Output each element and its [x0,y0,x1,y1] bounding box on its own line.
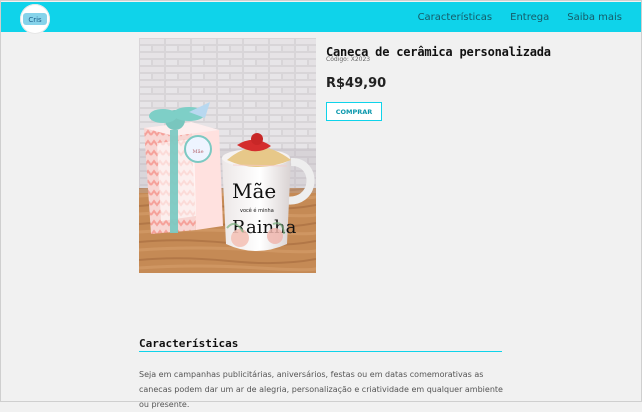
buy-button[interactable]: COMPRAR [326,102,382,121]
nav-link-caracteristicas[interactable]: Características [418,12,493,23]
svg-text:você é minha: você é minha [240,207,274,214]
svg-text:Mãe: Mãe [192,148,203,155]
svg-text:Mãe: Mãe [232,179,276,203]
features-description: Seja em campanhas publicitárias, anivers… [139,370,503,409]
main-nav: Características Entrega Saiba mais [418,2,622,32]
top-navbar: Cris Características Entrega Saiba mais [0,2,642,34]
features-title: Características [139,337,502,353]
product-image: Mãe Mãe você é minha Rainha [139,38,316,273]
svg-text:Cris: Cris [28,16,42,24]
nav-link-entrega[interactable]: Entrega [510,12,549,23]
nav-link-saiba-mais[interactable]: Saiba mais [567,12,622,23]
product-code: Código: X2023 [326,56,371,63]
product-price: R$49,90 [326,76,387,91]
logo-icon: Cris [23,13,47,25]
brand-logo[interactable]: Cris [20,4,50,34]
